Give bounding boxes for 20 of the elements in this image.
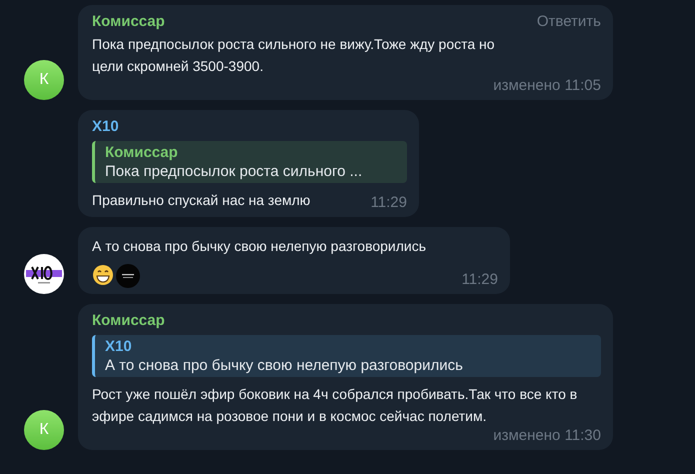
reply-quote[interactable]: Комиссар Пока предпосылок роста сильного ... (92, 141, 407, 183)
quote-text: Пока предпосылок роста сильного ... (105, 163, 364, 180)
sender-name[interactable]: X10 (92, 118, 119, 135)
sender-name[interactable]: Комиссар (92, 13, 165, 30)
message-time: изменено 11:30 (493, 427, 601, 444)
message-time: 11:29 (462, 271, 498, 288)
message-text: А то снова про бычку свою нелепую разговорились (92, 237, 428, 256)
avatar-logo-icon[interactable] (24, 254, 64, 294)
quote-author: X10 (105, 338, 133, 355)
message-time: изменено 11:05 (493, 77, 601, 94)
sticker-reaction-icon[interactable] (116, 264, 140, 288)
message-time: 11:29 (370, 194, 407, 211)
message-text: Рост уже пошёл эфир боковик на 4ч собрался пробивать.Так что все кто в эфире садимся на розовое пони и в космос сейчас полетим. (92, 385, 578, 426)
grinning-face-icon[interactable] (92, 264, 114, 286)
message-text: Правильно спускай нас на землю (92, 191, 310, 210)
sender-name[interactable]: Комиссар (92, 312, 165, 329)
quote-text: А то снова про бычку свою нелепую разговорились (105, 357, 464, 374)
quote-author: Комиссар (105, 144, 179, 161)
message-text: Пока предпосылок роста сильного не вижу.Тоже жду роста но цели скромней 3500-3900. (92, 35, 496, 76)
reply-quote[interactable]: X10 А то снова про бычку свою нелепую разговорились (92, 335, 601, 377)
